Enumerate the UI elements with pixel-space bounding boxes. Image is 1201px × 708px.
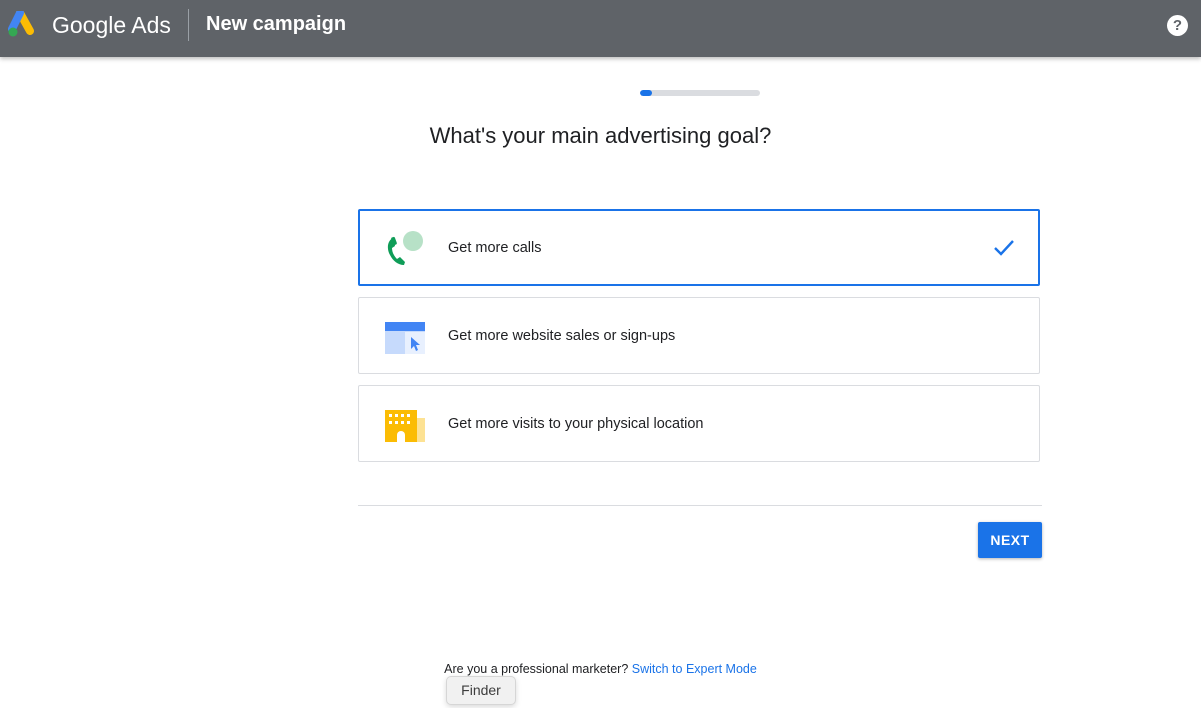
- google-ads-logo-icon[interactable]: [8, 11, 40, 37]
- step-progress-fill: [640, 90, 652, 96]
- switch-to-expert-mode-link[interactable]: Switch to Expert Mode: [632, 662, 757, 676]
- goal-option-calls[interactable]: Get more calls: [358, 209, 1040, 286]
- page-title: New campaign: [206, 13, 347, 35]
- website-click-icon: [385, 322, 425, 354]
- actions-divider: [358, 505, 1042, 506]
- top-app-bar: Google Ads New campaign ?: [0, 0, 1201, 57]
- checkmark-icon: [994, 240, 1014, 256]
- goal-question-heading: What's your main advertising goal?: [429, 123, 772, 148]
- step-progress-bar: [640, 90, 760, 96]
- expert-mode-question: Are you a professional marketer?: [444, 662, 632, 676]
- help-icon[interactable]: ?: [1167, 15, 1188, 36]
- goal-option-label: Get more website sales or sign-ups: [448, 328, 676, 344]
- goal-option-label: Get more visits to your physical locatio…: [448, 416, 704, 432]
- storefront-icon: [385, 410, 425, 442]
- expert-mode-prompt: Are you a professional marketer? Switch …: [0, 662, 1201, 676]
- goal-option-website[interactable]: Get more website sales or sign-ups: [358, 297, 1040, 374]
- next-button[interactable]: NEXT: [978, 522, 1042, 558]
- finder-tooltip: Finder: [446, 676, 516, 705]
- brand-name[interactable]: Google Ads: [52, 12, 171, 39]
- header-divider: [188, 9, 189, 41]
- goal-option-location[interactable]: Get more visits to your physical locatio…: [358, 385, 1040, 462]
- phone-call-icon: [387, 231, 423, 265]
- goal-option-label: Get more calls: [448, 240, 542, 256]
